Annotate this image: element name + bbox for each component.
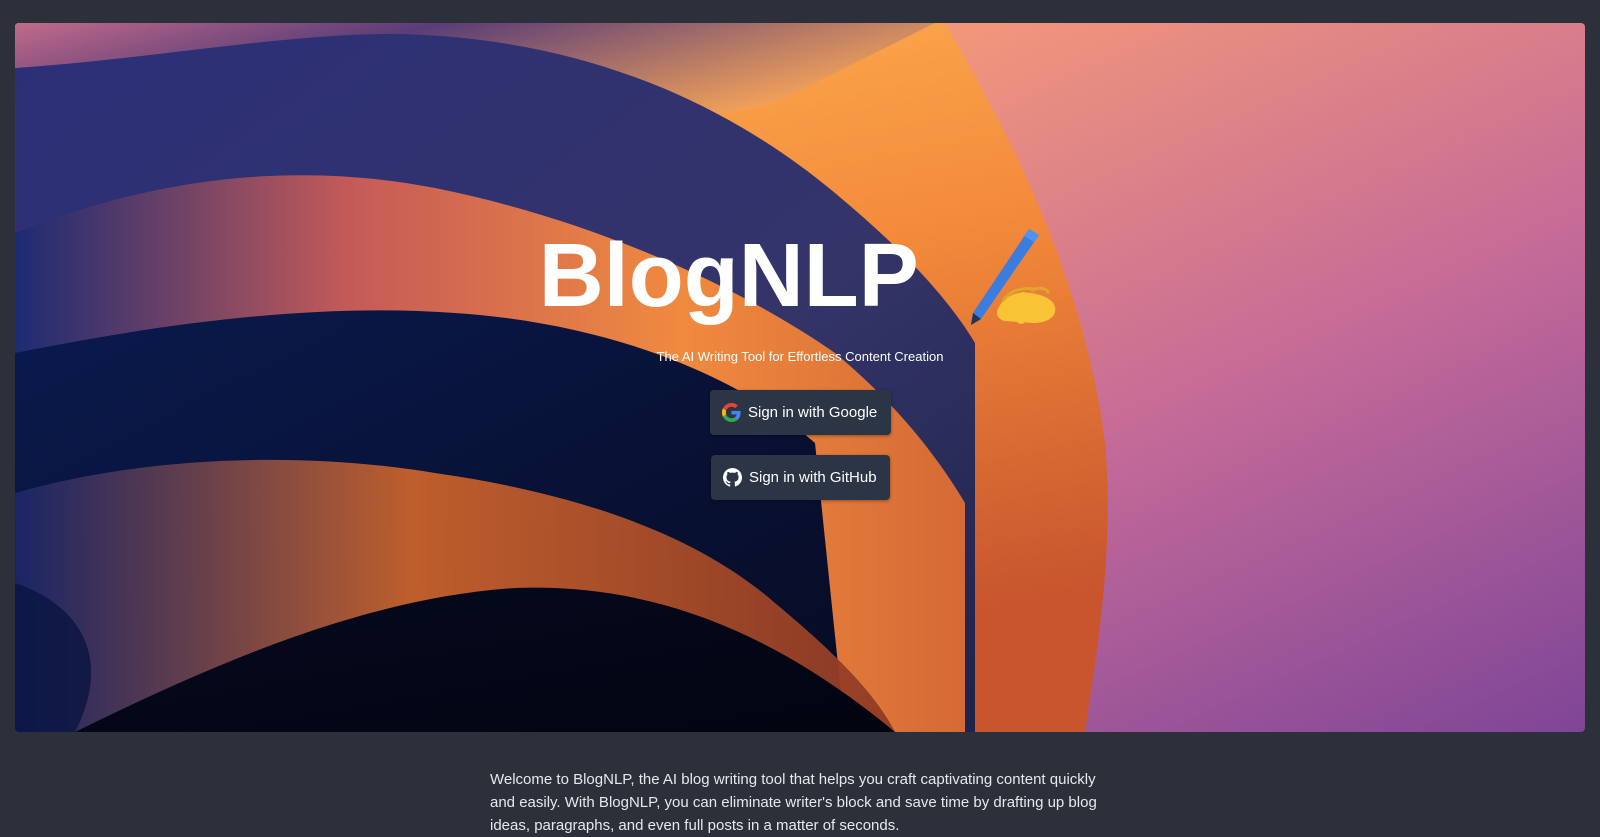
site-title: BlogNLP [538,226,919,326]
hero-banner: BlogNLP The AI Writing Tool for Effortle… [15,23,1585,732]
title-row: BlogNLP [15,221,1585,341]
hero-content: BlogNLP The AI Writing Tool for Effortle… [15,23,1585,732]
intro-paragraph: Welcome to BlogNLP, the AI blog writing … [490,771,1097,834]
tagline: The AI Writing Tool for Effortless Conte… [656,349,944,364]
sign-in-google-button[interactable]: Sign in with Google [710,390,891,435]
sign-in-github-label: Sign in with GitHub [749,469,877,486]
sign-in-github-button[interactable]: Sign in with GitHub [711,455,890,500]
github-icon [723,468,742,487]
writing-hand-icon [971,229,1056,325]
sign-in-google-label: Sign in with Google [748,404,878,421]
google-icon [722,403,741,422]
